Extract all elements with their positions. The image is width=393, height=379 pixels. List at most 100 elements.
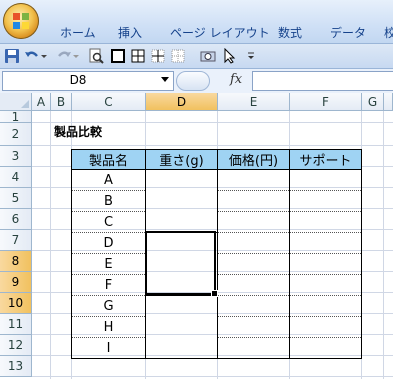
product-name-cell[interactable]: A (71, 169, 146, 191)
tab-formulas[interactable]: 数式 (278, 24, 302, 41)
tab-data[interactable]: データ (330, 24, 366, 41)
row-header-3[interactable]: 3 (0, 146, 32, 167)
weight-cell[interactable] (145, 337, 218, 359)
column-header-e[interactable]: E (218, 93, 290, 111)
office-button[interactable] (3, 3, 39, 39)
price-cell[interactable] (217, 232, 290, 254)
column-header-g[interactable]: G (362, 93, 384, 111)
fill-handle[interactable] (211, 290, 218, 297)
support-cell[interactable] (289, 295, 362, 317)
inner-borders-icon[interactable] (150, 48, 166, 64)
name-box[interactable]: D8 (2, 71, 174, 91)
all-borders-icon[interactable] (130, 48, 146, 64)
product-table: 製品名 重さ(g) 価格(円) サポート ABCDEFGHI (71, 149, 362, 359)
row-header-10[interactable]: 10 (0, 293, 32, 314)
product-name-cell[interactable]: G (71, 295, 146, 317)
select-all-corner[interactable] (0, 93, 32, 111)
table-row: G (71, 295, 362, 317)
product-name-cell[interactable]: C (71, 211, 146, 233)
table-row: E (71, 253, 362, 275)
table-row: C (71, 211, 362, 233)
table-row: H (71, 316, 362, 338)
chevron-down-icon[interactable] (161, 77, 169, 82)
row-header-2[interactable]: 2 (0, 123, 32, 146)
price-cell[interactable] (217, 253, 290, 275)
product-name-cell[interactable]: H (71, 316, 146, 338)
support-cell[interactable] (289, 169, 362, 191)
formula-input[interactable] (252, 71, 393, 91)
sheet-title: 製品比較 (54, 125, 103, 139)
save-icon[interactable] (4, 48, 20, 64)
row-header-9[interactable]: 9 (0, 272, 32, 293)
undo-dropdown-icon[interactable] (40, 48, 48, 64)
row-header-7[interactable]: 7 (0, 230, 32, 251)
weight-cell[interactable] (145, 169, 218, 191)
price-cell[interactable] (217, 169, 290, 191)
formula-bar: D8 fx (0, 69, 393, 94)
redo-dropdown-icon[interactable] (72, 48, 80, 64)
price-cell[interactable] (217, 211, 290, 233)
weight-cell[interactable] (145, 316, 218, 338)
column-header-b[interactable]: B (51, 93, 72, 111)
support-cell[interactable] (289, 190, 362, 212)
quick-access-toolbar (0, 44, 393, 69)
row-header-11[interactable]: 11 (0, 314, 32, 335)
price-cell[interactable] (217, 274, 290, 296)
print-preview-icon[interactable] (88, 48, 104, 64)
tab-insert[interactable]: 挿入 (118, 24, 142, 41)
row-header-6[interactable]: 6 (0, 209, 32, 230)
customize-dropdown-icon[interactable] (246, 48, 256, 64)
support-cell[interactable] (289, 274, 362, 296)
product-name-cell[interactable]: F (71, 274, 146, 296)
select-objects-icon[interactable] (222, 48, 238, 64)
column-header-f[interactable]: F (290, 93, 362, 111)
row-header-8[interactable]: 8 (0, 251, 32, 272)
column-header-a[interactable]: A (32, 93, 51, 111)
table-row: I (71, 337, 362, 359)
header-product-name[interactable]: 製品名 (71, 149, 146, 170)
office-logo-icon (13, 13, 29, 29)
header-weight[interactable]: 重さ(g) (145, 149, 218, 170)
no-border-icon[interactable] (170, 48, 186, 64)
undo-icon[interactable] (24, 48, 40, 64)
weight-cell[interactable] (145, 190, 218, 212)
row-header-5[interactable]: 5 (0, 188, 32, 209)
row-header-1[interactable]: 1 (0, 111, 32, 123)
table-row: A (71, 169, 362, 191)
ribbon-tab-bar: ホーム 挿入 ページ レイアウト 数式 データ 校 (0, 0, 393, 44)
tab-review[interactable]: 校 (384, 24, 393, 41)
worksheet-grid[interactable]: ABCDEFG 1 2 3 4 5 6 7 8 9 10 11 12 13 製品比較 製品名 重さ(g)… (0, 93, 393, 379)
price-cell[interactable] (217, 295, 290, 317)
cell-selection[interactable] (145, 231, 218, 297)
header-support[interactable]: サポート (289, 149, 362, 170)
price-cell[interactable] (217, 337, 290, 359)
weight-cell[interactable] (145, 295, 218, 317)
border-icon[interactable] (110, 48, 126, 64)
redo-icon[interactable] (56, 48, 72, 64)
support-cell[interactable] (289, 337, 362, 359)
tab-page-layout[interactable]: ページ レイアウト (170, 24, 270, 41)
price-cell[interactable] (217, 316, 290, 338)
product-name-cell[interactable]: E (71, 253, 146, 275)
camera-icon[interactable] (200, 48, 216, 64)
support-cell[interactable] (289, 316, 362, 338)
weight-cell[interactable] (145, 211, 218, 233)
column-header-d[interactable]: D (146, 93, 218, 111)
row-header-4[interactable]: 4 (0, 167, 32, 188)
table-row: D (71, 232, 362, 254)
insert-function-icon[interactable]: fx (230, 72, 242, 87)
support-cell[interactable] (289, 253, 362, 275)
column-header-c[interactable]: C (72, 93, 146, 111)
support-cell[interactable] (289, 211, 362, 233)
product-name-cell[interactable]: D (71, 232, 146, 254)
tab-home[interactable]: ホーム (60, 24, 96, 41)
price-cell[interactable] (217, 190, 290, 212)
header-price[interactable]: 価格(円) (217, 149, 290, 170)
row-header-12[interactable]: 12 (0, 335, 32, 356)
row-header-13[interactable]: 13 (0, 356, 32, 377)
support-cell[interactable] (289, 232, 362, 254)
column-header-next[interactable] (384, 93, 393, 111)
product-name-cell[interactable]: I (71, 337, 146, 359)
formula-bar-resize-handle[interactable] (176, 71, 210, 91)
product-name-cell[interactable]: B (71, 190, 146, 212)
